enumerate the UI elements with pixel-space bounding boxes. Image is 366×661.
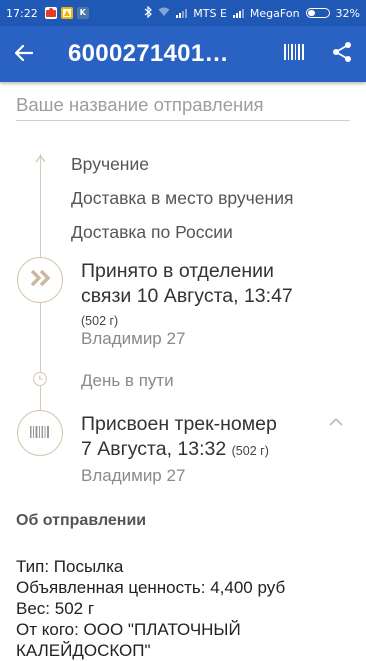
event-accepted-title: Принято в отделении связи 10 Августа, 13… [81, 259, 293, 334]
app-bar: 6000271401… [0, 26, 366, 82]
carrier-1: MTS E [193, 6, 227, 20]
vk-icon: K [76, 7, 89, 19]
wifi-icon [158, 7, 170, 20]
collapse-chevron-up-icon[interactable] [328, 412, 344, 431]
signal-icon-2 [232, 8, 244, 18]
event-track-assigned-place: Владимир 27 [81, 466, 186, 485]
about-shipment-title: Об отправлении [16, 512, 147, 529]
event-track-assigned-line2: 7 Августа, 13:32 [81, 438, 227, 460]
carrier-2: MegaFon [249, 6, 300, 20]
shipment-name-input[interactable]: Ваше название отправления [16, 90, 350, 121]
event-accepted-line2: связи 10 Августа, 13:47 [81, 285, 293, 307]
timeline-arrow-up-icon [35, 148, 46, 167]
mail-app-icon-2 [60, 7, 73, 19]
event-track-assigned-weight: (502 г) [231, 444, 269, 458]
stage-delivery-russia: Доставка по России [71, 222, 233, 242]
detail-sender: От кого: ООО "ПЛАТОЧНЫЙ [16, 620, 241, 639]
detail-sender-cont: КАЛЕЙДОСКОП" [16, 641, 151, 660]
share-button[interactable] [318, 26, 366, 82]
shipment-name-placeholder: Ваше название отправления [16, 94, 264, 115]
arrow-left-icon [14, 42, 34, 67]
barcode-button[interactable] [270, 26, 318, 82]
share-icon [332, 41, 352, 67]
event-accepted-marker [17, 257, 63, 303]
stage-delivery: Вручение [71, 154, 149, 174]
clock-icon [33, 372, 47, 386]
double-chevron-right-icon [29, 269, 51, 291]
event-track-assigned-title: Присвоен трек-номер 7 Августа, 13:32 (50… [81, 412, 277, 464]
barcode-icon [283, 42, 305, 66]
detail-weight: Вес: 502 г [16, 599, 95, 618]
shipment-details: Тип: Посылка Объявленная ценность: 4,400… [16, 556, 356, 661]
status-bar: 17:22 K MTS E MegaFon 32% [0, 0, 366, 26]
tracking-number-title: 6000271401… [68, 40, 229, 67]
event-accepted-place: Владимир 27 [81, 329, 186, 348]
event-track-assigned-marker [17, 410, 63, 456]
event-accepted-line1: Принято в отделении [81, 260, 274, 282]
barcode-icon [29, 424, 51, 443]
detail-type: Тип: Посылка [16, 557, 124, 576]
status-time: 17:22 [6, 6, 38, 20]
stage-delivery-to-point: Доставка в место вручения [71, 188, 294, 208]
bluetooth-icon [144, 5, 153, 21]
battery-level: 32% [335, 6, 360, 20]
day-in-transit: День в пути [81, 371, 174, 390]
back-button[interactable] [0, 26, 48, 82]
battery-icon [305, 8, 330, 18]
mail-app-icon [44, 7, 57, 19]
signal-icon-1 [176, 8, 188, 18]
event-track-assigned-line1: Присвоен трек-номер [81, 413, 277, 435]
detail-declared-value: Объявленная ценность: 4,400 руб [16, 578, 286, 597]
